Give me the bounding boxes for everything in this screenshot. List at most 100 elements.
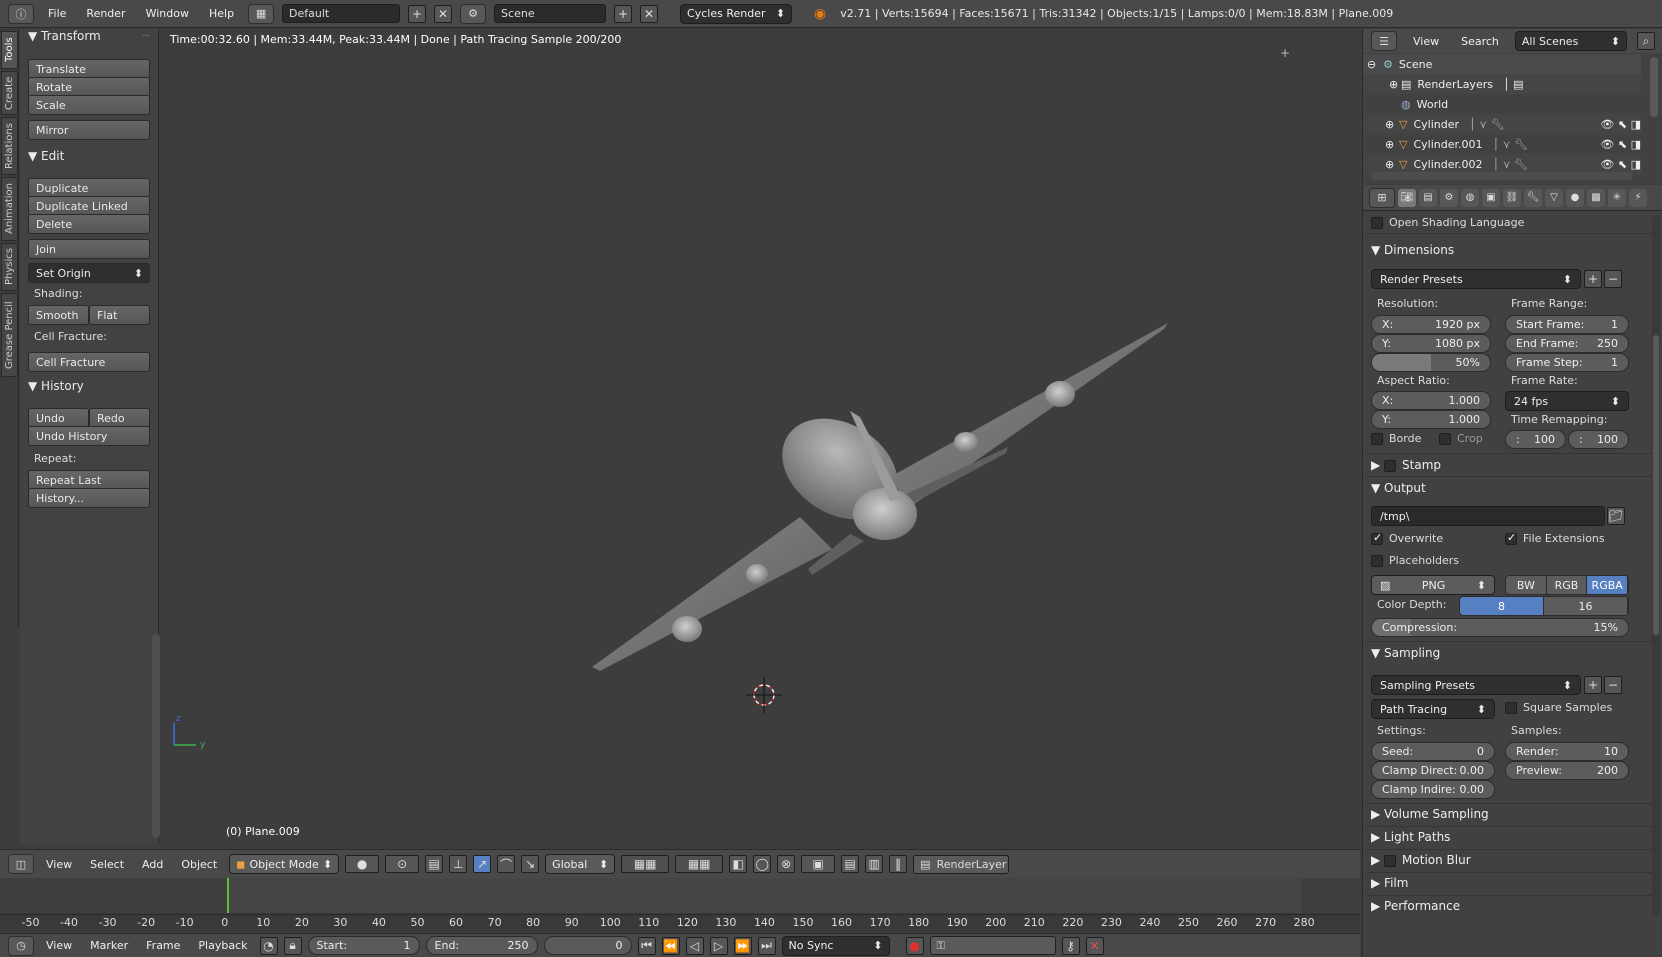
menu-file[interactable]: File — [42, 7, 72, 20]
render-presets-dropdown[interactable]: Render Presets ⬍ — [1371, 269, 1581, 289]
current-frame-marker[interactable] — [227, 878, 229, 913]
editor-type-icon[interactable]: ◫ — [8, 854, 34, 874]
display-mode-dropdown[interactable]: All Scenes ⬍ — [1514, 31, 1627, 51]
output-path-field[interactable]: /tmp\ — [1371, 506, 1605, 526]
motion-blur-panel-header[interactable]: ▶ Motion Blur — [1371, 853, 1471, 867]
color-mode-rgb[interactable]: RGB — [1546, 576, 1588, 594]
join-button[interactable]: Join — [28, 239, 150, 259]
tab-create[interactable]: Create — [1, 71, 18, 115]
outliner-row-cylinder[interactable]: ⊕ ▽ Cylinder │ ⋎ 🔧︎ 👁︎ ⬉ ◨ — [1363, 114, 1641, 134]
timeline-ruler[interactable]: -50 -40 -30 -20 -10 0 10 20 30 40 50 60 70 80 90 100 110… — [0, 914, 1360, 932]
tab-relations[interactable]: Relations — [1, 117, 18, 175]
folder-icon[interactable]: 📁︎ — [1607, 507, 1625, 525]
end-frame-field[interactable]: End: 250 — [425, 936, 538, 955]
viewport-plus-icon[interactable]: + — [1280, 46, 1290, 60]
render-engine-dropdown[interactable]: Cycles Render ⬍ — [680, 3, 793, 24]
scale-manipulator-icon[interactable]: ↘ — [521, 855, 540, 873]
sampling-method-dropdown[interactable]: Path Tracing ⬍ — [1371, 699, 1495, 719]
translate-manipulator-icon[interactable]: ↗ — [473, 855, 492, 873]
jump-start-icon[interactable]: ⏮ — [637, 936, 656, 955]
start-frame-field[interactable]: Start: 1 — [307, 936, 420, 955]
render-samples-field[interactable]: Render: 10 — [1505, 742, 1629, 761]
volume-sampling-panel-header[interactable]: ▶ Volume Sampling — [1371, 807, 1489, 821]
screen-layout-icon[interactable]: ▦ — [248, 3, 275, 24]
keying-set-field[interactable]: ⚿ — [929, 936, 1056, 955]
manipulator-icon[interactable]: ⊥ — [449, 855, 468, 873]
snap-element-icon[interactable]: ▣ — [801, 855, 836, 873]
play-reverse-icon[interactable]: ◁ — [685, 936, 704, 955]
orientation-dropdown[interactable]: Global ⬍ — [545, 854, 616, 874]
properties-scrollbar[interactable] — [1652, 215, 1660, 915]
outliner-editor-icon[interactable]: ☰ — [1371, 31, 1397, 51]
frame-rate-dropdown[interactable]: 24 fps ⬍ — [1505, 391, 1629, 411]
snap-icon[interactable]: ⊗ — [777, 855, 796, 873]
modifiers-tab-icon[interactable]: 🔧︎ — [1524, 188, 1542, 207]
crop-checkbox[interactable]: Crop — [1439, 432, 1483, 445]
3d-cursor-icon[interactable] — [746, 677, 782, 713]
tab-grease-pencil[interactable]: Grease Pencil — [1, 293, 18, 377]
tab-physics[interactable]: Physics — [1, 243, 18, 291]
resolution-y-field[interactable]: Y: 1080 px — [1371, 334, 1491, 353]
remove-render-preset-button[interactable]: − — [1604, 270, 1622, 288]
outliner-menu-search[interactable]: Search — [1455, 35, 1505, 48]
redo-button[interactable]: Redo — [89, 408, 150, 428]
outliner-row-world[interactable]: ◍ World — [1363, 94, 1641, 114]
jump-end-icon[interactable]: ⏭ — [757, 936, 776, 955]
rotate-button[interactable]: Rotate — [28, 77, 150, 97]
menu-view-timeline[interactable]: View — [40, 939, 78, 952]
repeat-last-button[interactable]: Repeat Last — [28, 470, 150, 490]
add-sampling-preset-button[interactable]: + — [1584, 676, 1602, 694]
cell-fracture-button[interactable]: Cell Fracture — [28, 352, 150, 372]
undo-button[interactable]: Undo — [28, 408, 89, 428]
color-mode-bw[interactable]: BW — [1506, 576, 1547, 594]
osl-checkbox[interactable]: Open Shading Language — [1371, 216, 1524, 229]
jump-keyframe-back-icon[interactable]: ⏪ — [661, 936, 680, 955]
info-editor-icon[interactable]: ⓘ — [8, 3, 34, 24]
outliner-search-icon[interactable]: ⌕ — [1636, 32, 1655, 50]
pivot-point-icon[interactable]: ⊙ — [385, 855, 420, 873]
material-tab-icon[interactable]: ● — [1566, 188, 1584, 207]
scene-tab-icon[interactable]: ⚙ — [1440, 188, 1458, 207]
duplicate-button[interactable]: Duplicate — [28, 178, 150, 198]
light-paths-panel-header[interactable]: ▶ Light Paths — [1371, 830, 1450, 844]
3d-viewport[interactable]: Time:00:32.60 | Mem:33.44M, Peak:33.44M … — [160, 29, 1360, 850]
sampling-presets-dropdown[interactable]: Sampling Presets ⬍ — [1371, 675, 1581, 695]
render-pause-icon[interactable]: ‖ — [889, 855, 908, 873]
remove-layout-button[interactable]: ✕ — [434, 4, 453, 23]
add-layout-button[interactable]: + — [408, 4, 427, 23]
motion-blur-check-icon[interactable] — [1384, 854, 1397, 867]
delete-keyframe-icon[interactable]: ✕ — [1085, 936, 1104, 955]
set-origin-dropdown[interactable]: Set Origin ⬍ — [28, 263, 150, 283]
jump-keyframe-forward-icon[interactable]: ⏩ — [733, 936, 752, 955]
history-panel-header[interactable]: ▼ History — [28, 379, 84, 393]
mirror-button[interactable]: Mirror — [28, 120, 150, 140]
outliner-menu-view[interactable]: View — [1407, 35, 1445, 48]
preview-range-icon[interactable]: ◔ — [259, 936, 278, 955]
outliner-scrollbar[interactable] — [1650, 57, 1658, 117]
color-depth-16[interactable]: 16 — [1544, 597, 1628, 615]
timeline-editor-icon[interactable]: ◷ — [8, 935, 34, 956]
sync-dropdown[interactable]: No Sync ⬍ — [781, 935, 890, 956]
particles-tab-icon[interactable]: ✳ — [1608, 188, 1626, 207]
texture-tab-icon[interactable]: ▩ — [1587, 188, 1605, 207]
tool-shelf-scrollbar[interactable] — [152, 634, 160, 838]
performance-panel-header[interactable]: ▶ Performance — [1371, 899, 1460, 913]
menu-add[interactable]: Add — [136, 858, 169, 871]
compression-slider[interactable]: Compression: 15% — [1371, 618, 1629, 637]
physics-tab-icon[interactable]: ⚡ — [1629, 188, 1647, 207]
square-samples-checkbox[interactable]: Square Samples — [1505, 701, 1612, 714]
constraints-tab-icon[interactable]: ⛓ — [1503, 188, 1521, 207]
mode-dropdown[interactable]: ◼ Object Mode ⬍ — [229, 854, 340, 874]
color-mode-rgba[interactable]: RGBA — [1587, 576, 1628, 594]
outliner-row-scene[interactable]: ⊖ ⚙ Scene — [1363, 54, 1641, 74]
undo-history-button[interactable]: Undo History — [28, 426, 150, 446]
tab-tools[interactable]: Tools — [1, 31, 18, 69]
menu-window[interactable]: Window — [140, 7, 195, 20]
panel-grip[interactable] — [142, 35, 150, 36]
menu-help[interactable]: Help — [203, 7, 240, 20]
remove-scene-button[interactable]: ✕ — [640, 4, 659, 23]
end-frame-prop-field[interactable]: End Frame: 250 — [1505, 334, 1629, 353]
frame-step-field[interactable]: Frame Step: 1 — [1505, 353, 1629, 372]
world-tab-icon[interactable]: ◍ — [1461, 188, 1479, 207]
delete-button[interactable]: Delete — [28, 214, 150, 234]
